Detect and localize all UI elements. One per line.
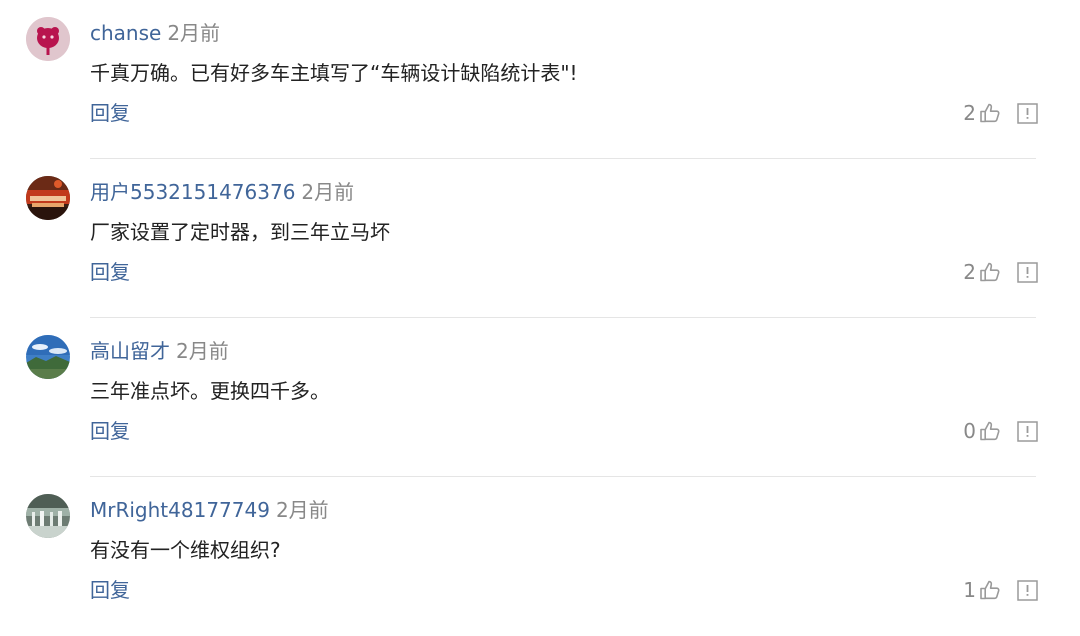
reply-button[interactable]: 回复 (90, 257, 130, 287)
like-count: 1 (963, 578, 976, 602)
comment-text: 有没有一个维权组织? (90, 538, 281, 562)
report-icon[interactable] (1017, 261, 1038, 283)
like-button[interactable]: 2 (963, 257, 1002, 287)
comment-header: 用户5532151476376 2月前 (90, 177, 354, 207)
user-avatar[interactable] (26, 176, 70, 220)
waterfall-avatar-icon (26, 494, 70, 538)
user-avatar[interactable] (26, 494, 70, 538)
user-avatar[interactable] (26, 335, 70, 379)
comment-item: MrRight48177749 2月前 有没有一个维权组织? 回复 1 (0, 477, 1080, 636)
comment-item: chanse 2月前 千真万确。已有好多车主填写了“车辆设计缺陷统计表"! 回复 … (0, 0, 1080, 159)
user-avatar[interactable] (26, 17, 70, 61)
comment-text: 千真万确。已有好多车主填写了“车辆设计缺陷统计表"! (90, 61, 578, 85)
thumbs-up-icon (978, 101, 1002, 125)
like-button[interactable]: 0 (963, 416, 1002, 446)
username[interactable]: chanse (90, 21, 161, 45)
sky-landscape-avatar-icon (26, 335, 70, 379)
comment-actions: 0 (963, 416, 1038, 446)
pink-blob-avatar-icon (26, 17, 70, 61)
like-count: 2 (963, 260, 976, 284)
comment-actions: 2 (963, 257, 1038, 287)
timestamp: 2月前 (275, 498, 329, 522)
report-icon[interactable] (1017, 420, 1038, 442)
like-button[interactable]: 2 (963, 98, 1002, 128)
report-icon[interactable] (1017, 579, 1038, 601)
comment-header: MrRight48177749 2月前 (90, 495, 329, 525)
thumbs-up-icon (978, 419, 1002, 443)
thumbs-up-icon (978, 578, 1002, 602)
comment-list: chanse 2月前 千真万确。已有好多车主填写了“车辆设计缺陷统计表"! 回复 … (0, 0, 1080, 629)
username[interactable]: 用户5532151476376 (90, 180, 295, 204)
comment-header: chanse 2月前 (90, 18, 220, 48)
like-button[interactable]: 1 (963, 575, 1002, 605)
comment-item: 高山留才 2月前 三年准点坏。更换四千多。 回复 0 (0, 318, 1080, 477)
reply-button[interactable]: 回复 (90, 416, 130, 446)
username[interactable]: 高山留才 (90, 339, 170, 363)
timestamp: 2月前 (167, 21, 221, 45)
comment-header: 高山留才 2月前 (90, 336, 229, 366)
report-icon[interactable] (1017, 102, 1038, 124)
comment-text: 厂家设置了定时器，到三年立马坏 (90, 220, 390, 244)
comment-actions: 2 (963, 98, 1038, 128)
comment-text: 三年准点坏。更换四千多。 (90, 379, 330, 403)
reply-button[interactable]: 回复 (90, 575, 130, 605)
like-count: 0 (963, 419, 976, 443)
thumbs-up-icon (978, 260, 1002, 284)
red-food-avatar-icon (26, 176, 70, 220)
comment-item: 用户5532151476376 2月前 厂家设置了定时器，到三年立马坏 回复 2 (0, 159, 1080, 318)
reply-button[interactable]: 回复 (90, 98, 130, 128)
like-count: 2 (963, 101, 976, 125)
comment-actions: 1 (963, 575, 1038, 605)
timestamp: 2月前 (176, 339, 229, 363)
timestamp: 2月前 (301, 180, 355, 204)
username[interactable]: MrRight48177749 (90, 498, 270, 522)
